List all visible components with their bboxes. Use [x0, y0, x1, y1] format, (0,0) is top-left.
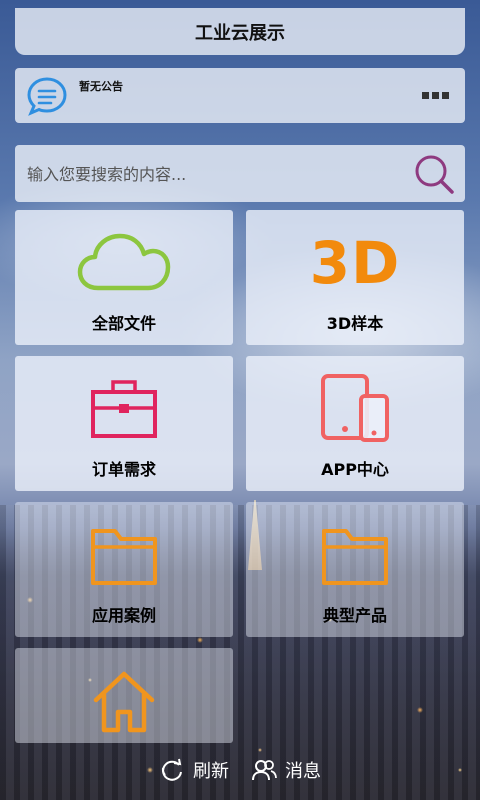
- home-icon: [93, 671, 155, 733]
- tile-label: 3D样本: [326, 314, 384, 333]
- notice-text: 暂无公告: [79, 80, 123, 93]
- page-title: 工业云展示: [195, 22, 285, 44]
- 3d-icon: 3D: [309, 229, 401, 297]
- tile-order-demand[interactable]: 订单需求: [15, 356, 233, 491]
- more-icon[interactable]: [422, 92, 449, 99]
- tile-label: 全部文件: [91, 314, 156, 333]
- search-bar: [15, 145, 465, 204]
- bottom-bar: 刷新 消息: [0, 750, 480, 790]
- chat-bubble-icon: [27, 77, 67, 116]
- refresh-label: 刷新: [193, 761, 229, 782]
- tile-label: 典型产品: [322, 606, 387, 625]
- search-icon[interactable]: [413, 153, 455, 195]
- tile-application-cases[interactable]: 应用案例: [15, 502, 233, 637]
- users-icon: [252, 760, 277, 781]
- tile-all-files[interactable]: 全部文件: [15, 210, 233, 345]
- tile-app-center[interactable]: APP中心: [246, 356, 464, 491]
- refresh-icon: [161, 758, 182, 781]
- notice-bar[interactable]: 暂无公告: [15, 68, 465, 123]
- messages-label: 消息: [285, 761, 321, 782]
- search-input[interactable]: [15, 145, 419, 204]
- tile-3d-samples[interactable]: 3D 3D样本: [246, 210, 464, 345]
- toolbox-icon: [91, 380, 157, 438]
- messages-button[interactable]: 消息: [251, 757, 321, 783]
- folder-icon: [91, 529, 157, 585]
- tile-home[interactable]: [15, 648, 233, 743]
- folder-icon: [322, 529, 388, 585]
- tile-label: 订单需求: [91, 460, 156, 479]
- tile-label: APP中心: [321, 460, 389, 479]
- cloud-icon: [77, 233, 171, 291]
- title-bar: 工业云展示: [15, 8, 465, 55]
- devices-icon: [321, 374, 389, 442]
- tile-typical-products[interactable]: 典型产品: [246, 502, 464, 637]
- refresh-button[interactable]: 刷新: [159, 757, 229, 783]
- tile-label: 应用案例: [91, 606, 156, 625]
